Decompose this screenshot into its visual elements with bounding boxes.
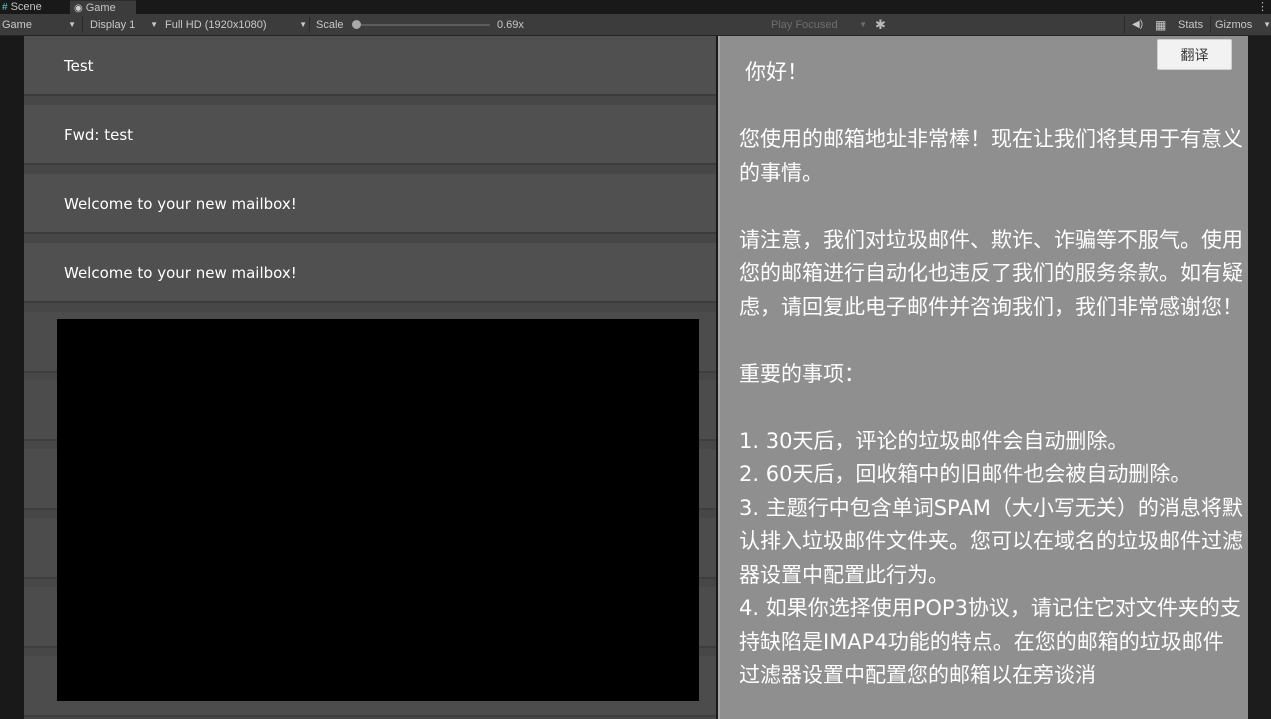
mail-content-panel: 翻译 你好！ 您使用的邮箱地址非常棒！现在让我们将其用于有意义的事情。 请注意，… <box>718 36 1248 719</box>
chevron-down-icon: ▼ <box>299 20 307 29</box>
toolbar-divider <box>309 16 310 33</box>
scale-label: Scale <box>316 18 344 31</box>
mail-list-entry: 2. 60天后，回收箱中的旧邮件也会被自动删除。 <box>739 462 1192 486</box>
mail-list-item[interactable]: Welcome to your new mailbox! <box>24 174 716 234</box>
chevron-down-icon: ▼ <box>1263 20 1271 29</box>
bug-icon[interactable]: ✱ <box>875 14 886 35</box>
game-viewport: Test Fwd: test Welcome to your new mailb… <box>0 36 1271 719</box>
mail-subject: Welcome to your new mailbox! <box>64 195 297 213</box>
mail-list-entry: 1. 30天后，评论的垃圾邮件会自动删除。 <box>739 428 1129 453</box>
mail-subject: Fwd: test <box>64 126 134 144</box>
hash-grid-icon: # <box>2 1 8 13</box>
mail-paragraph: 您使用的邮箱地址非常棒！现在让我们将其用于有意义的事情。 <box>739 127 1243 185</box>
tab-scene[interactable]: # Scene <box>0 0 70 14</box>
mail-greeting: 你好！ <box>745 60 808 84</box>
resolution-dropdown-label: Full HD (1920x1080) <box>165 18 267 31</box>
resolution-dropdown[interactable]: Full HD (1920x1080) ▼ <box>165 14 307 35</box>
scale-slider-handle[interactable] <box>352 20 361 29</box>
more-options-icon[interactable]: ⋮ <box>1257 0 1268 14</box>
tab-scene-label: Scene <box>10 1 42 13</box>
play-mode-dropdown[interactable]: Play Focused ▼ <box>771 14 867 35</box>
chevron-down-icon: ▼ <box>68 20 76 29</box>
tab-game-label: Game <box>85 2 116 14</box>
toolbar-divider <box>1124 16 1125 33</box>
mail-list-item[interactable]: Welcome to your new mailbox! <box>24 243 716 303</box>
mail-list-panel: Test Fwd: test Welcome to your new mailb… <box>24 36 716 719</box>
chevron-down-icon: ▼ <box>859 20 867 29</box>
gizmos-dropdown[interactable]: Gizmos ▼ <box>1215 14 1271 35</box>
game-view-dropdown-label: Game <box>2 18 32 31</box>
grid-icon[interactable]: ▦ <box>1155 14 1166 35</box>
mail-list-item[interactable]: Test <box>24 36 716 96</box>
gamepad-icon: ◉ <box>74 2 83 14</box>
viewport-margin <box>1248 36 1271 719</box>
mail-list-item[interactable]: Fwd: test <box>24 105 716 165</box>
game-view-dropdown[interactable]: Game ▼ <box>2 14 80 35</box>
chevron-down-icon: ▼ <box>150 20 158 29</box>
gizmos-dropdown-label: Gizmos <box>1215 18 1253 31</box>
scale-value: 0.69x <box>497 18 524 31</box>
speaker-icon[interactable]: ◀) <box>1132 14 1143 35</box>
toolbar-divider <box>82 16 83 33</box>
mail-heading: 重要的事项： <box>739 361 865 386</box>
tab-game[interactable]: ◉ Game <box>70 0 136 15</box>
display-dropdown-label: Display 1 <box>90 18 136 31</box>
black-overlay-panel <box>57 319 699 701</box>
game-view-toolbar: Game ▼ Display 1 ▼ Full HD (1920x1080) ▼… <box>0 14 1271 36</box>
mail-paragraph: 请注意，我们对垃圾邮件、欺诈、诈骗等不服气。使用您的邮箱进行自动化也违反了我们的… <box>739 227 1243 319</box>
mail-list-entry: 3. 主题行中包含单词SPAM（大小写无关）的消息将默认排入垃圾邮件文件夹。您可… <box>739 495 1243 587</box>
mail-body: 你好！ 您使用的邮箱地址非常棒！现在让我们将其用于有意义的事情。 请注意，我们对… <box>739 56 1244 693</box>
stats-button[interactable]: Stats <box>1178 14 1203 35</box>
scale-slider-track[interactable] <box>356 24 490 26</box>
editor-tab-bar: # Scene ◉ Game ⋮ <box>0 0 1271 15</box>
display-dropdown[interactable]: Display 1 ▼ <box>90 14 158 35</box>
mail-subject: Welcome to your new mailbox! <box>64 264 297 282</box>
mail-subject: Test <box>64 57 94 75</box>
toolbar-divider <box>1210 16 1211 33</box>
play-mode-dropdown-label: Play Focused <box>771 18 838 31</box>
mail-list-entry: 4. 如果你选择使用POP3协议，请记住它对文件夹的支持缺陷是IMAP4功能的特… <box>739 596 1241 687</box>
